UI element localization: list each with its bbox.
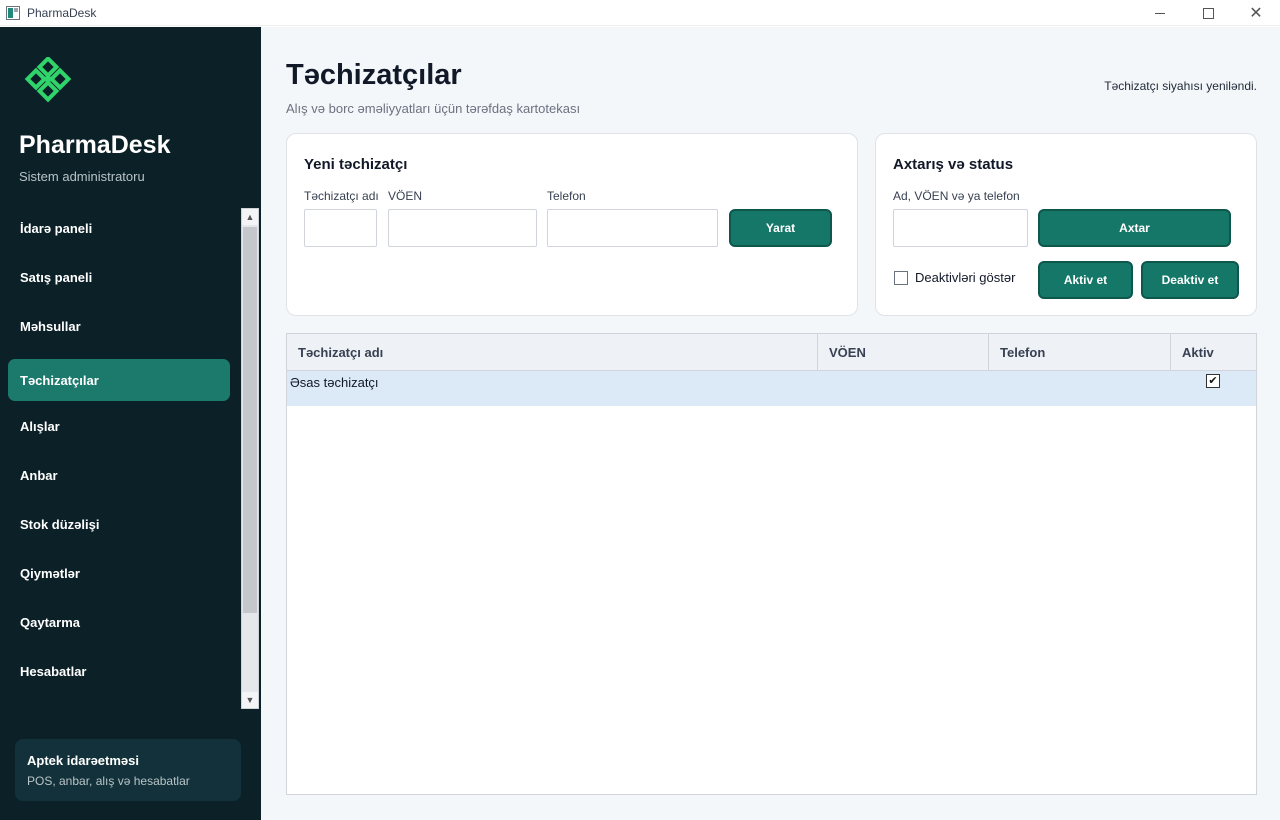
logo-icon xyxy=(24,57,72,103)
sidebar-item-stock-adjustment[interactable]: Stok düzəlişi xyxy=(8,503,230,545)
tax-id-field[interactable] xyxy=(388,209,537,247)
column-header-supplier-name[interactable]: Təchizatçı adı xyxy=(287,334,818,371)
new-supplier-title: Yeni təchizatçı xyxy=(304,156,408,173)
sidebar-item-returns[interactable]: Qaytarma xyxy=(8,601,230,643)
cell-supplier-name: Əsas təchizatçı xyxy=(290,374,379,390)
suppliers-table: Təchizatçı adı VÖEN Telefon Aktiv Əsas t… xyxy=(286,333,1257,795)
minimize-icon[interactable] xyxy=(1136,0,1184,26)
info-subtitle: POS, anbar, alış və hesabatlar xyxy=(27,774,190,788)
column-header-phone[interactable]: Telefon xyxy=(989,334,1171,371)
column-header-tax-id[interactable]: VÖEN xyxy=(818,334,989,371)
user-role: Sistem administratoru xyxy=(19,169,145,184)
close-icon[interactable]: ✕ xyxy=(1232,0,1280,26)
status-message: Təchizatçı siyahısı yeniləndi. xyxy=(1104,79,1257,93)
phone-field[interactable] xyxy=(547,209,718,247)
scrollbar-thumb[interactable] xyxy=(243,227,257,613)
supplier-name-label: Təchizatçı adı xyxy=(304,189,378,203)
table-row[interactable]: Əsas təchizatçı ✔ xyxy=(287,371,1256,406)
sidebar-item-warehouse[interactable]: Anbar xyxy=(8,454,230,496)
window-controls: ✕ xyxy=(1136,0,1280,26)
show-inactive-checkbox[interactable] xyxy=(894,270,908,285)
search-input[interactable] xyxy=(893,209,1028,247)
phone-label: Telefon xyxy=(547,189,586,203)
scroll-down-icon[interactable]: ▼ xyxy=(242,692,258,708)
scroll-up-icon[interactable]: ▲ xyxy=(242,209,258,225)
create-button[interactable]: Yarat xyxy=(729,209,832,247)
info-title: Aptek idarəetməsi xyxy=(27,753,139,768)
cell-phone xyxy=(1000,371,1170,393)
search-status-title: Axtarış və status xyxy=(893,156,1014,173)
page-title: Təchizatçılar xyxy=(286,59,462,91)
activate-button[interactable]: Aktiv et xyxy=(1038,261,1133,299)
search-status-card: Axtarış və status Ad, VÖEN və ya telefon… xyxy=(875,133,1257,316)
brand-name: PharmaDesk xyxy=(19,131,171,159)
sidebar-item-suppliers[interactable]: Təchizatçılar xyxy=(8,359,230,401)
show-inactive-toggle[interactable]: Deaktivləri göstər xyxy=(894,270,1015,285)
column-header-active[interactable]: Aktiv xyxy=(1171,334,1256,371)
sidebar-item-prices[interactable]: Qiymətlər xyxy=(8,552,230,594)
page-subtitle: Alış və borc əməliyyatları üçün tərəfdaş… xyxy=(286,101,581,116)
search-button[interactable]: Axtar xyxy=(1038,209,1231,247)
main-content: Təchizatçılar Alış və borc əməliyyatları… xyxy=(261,27,1280,820)
maximize-icon[interactable] xyxy=(1184,0,1232,26)
app-icon xyxy=(6,5,20,20)
supplier-name-field[interactable] xyxy=(304,209,377,247)
sidebar-item-dashboard[interactable]: İdarə paneli xyxy=(8,207,230,249)
table-header: Təchizatçı adı VÖEN Telefon Aktiv xyxy=(287,334,1256,371)
active-checkbox[interactable]: ✔ xyxy=(1206,374,1220,388)
title-bar: PharmaDesk ✕ xyxy=(0,0,1280,26)
check-icon: ✔ xyxy=(1208,375,1218,387)
new-supplier-card: Yeni təchizatçı Təchizatçı adı VÖEN Tele… xyxy=(286,133,858,316)
cell-tax-id xyxy=(829,371,989,393)
info-card: Aptek idarəetməsi POS, anbar, alış və he… xyxy=(15,739,241,801)
sidebar: PharmaDesk Sistem administratoru İdarə p… xyxy=(0,27,261,820)
window-title: PharmaDesk xyxy=(27,5,97,20)
deactivate-button[interactable]: Deaktiv et xyxy=(1141,261,1239,299)
sidebar-scrollbar[interactable]: ▲ ▼ xyxy=(241,208,259,709)
sidebar-item-sales[interactable]: Satış paneli xyxy=(8,256,230,298)
sidebar-item-reports[interactable]: Hesabatlar xyxy=(8,650,230,692)
search-query-label: Ad, VÖEN və ya telefon xyxy=(893,189,1020,203)
tax-id-label: VÖEN xyxy=(388,189,423,203)
sidebar-item-products[interactable]: Məhsullar xyxy=(8,305,230,347)
show-inactive-label: Deaktivləri göstər xyxy=(915,270,1016,285)
sidebar-item-purchases[interactable]: Alışlar xyxy=(8,405,230,447)
